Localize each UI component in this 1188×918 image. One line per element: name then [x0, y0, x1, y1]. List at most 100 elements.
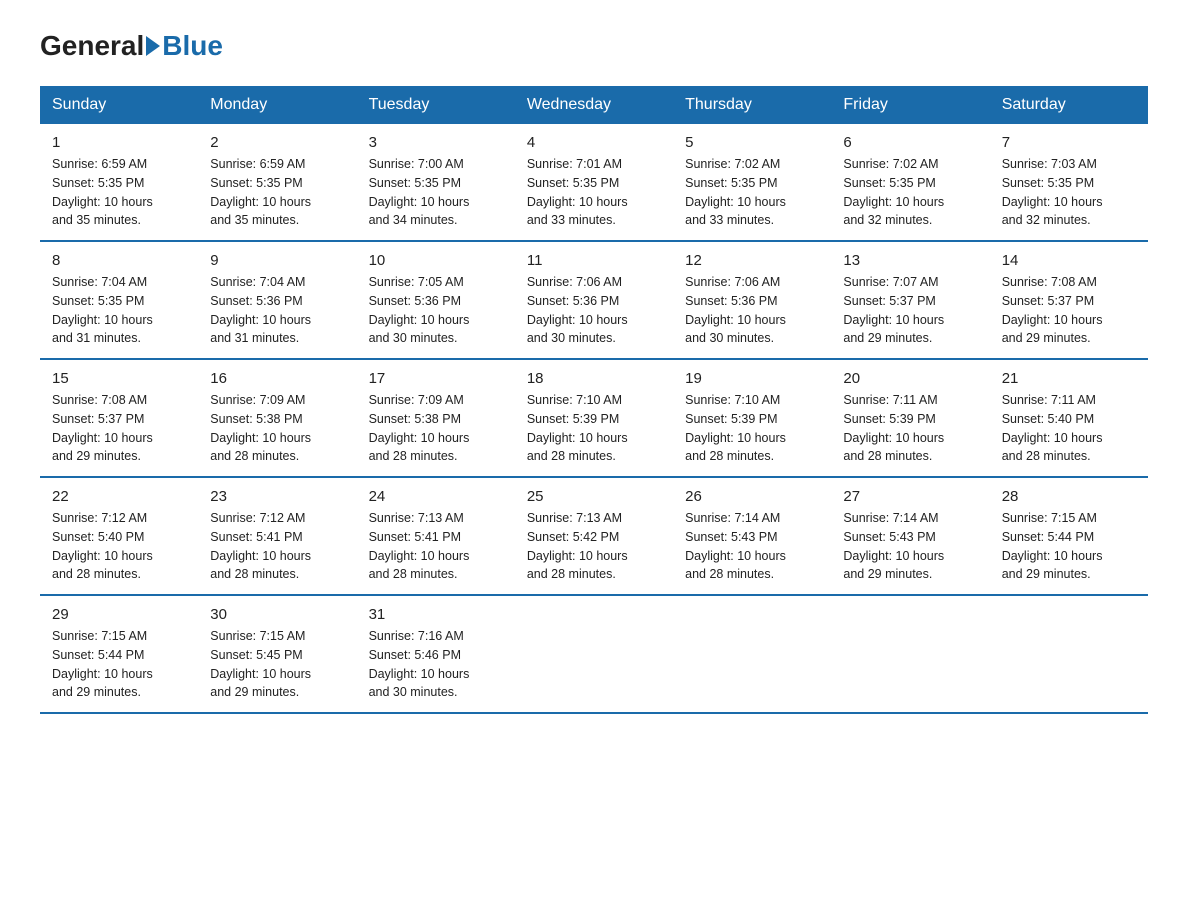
day-info: Sunrise: 7:02 AMSunset: 5:35 PMDaylight:… — [685, 157, 786, 227]
day-number: 5 — [685, 134, 819, 151]
day-info: Sunrise: 7:01 AMSunset: 5:35 PMDaylight:… — [527, 157, 628, 227]
day-info: Sunrise: 7:03 AMSunset: 5:35 PMDaylight:… — [1002, 157, 1103, 227]
day-info: Sunrise: 7:04 AMSunset: 5:36 PMDaylight:… — [210, 275, 311, 345]
day-number: 12 — [685, 252, 819, 269]
day-info: Sunrise: 7:09 AMSunset: 5:38 PMDaylight:… — [369, 393, 470, 463]
day-number: 29 — [52, 606, 186, 623]
calendar-cell: 3 Sunrise: 7:00 AMSunset: 5:35 PMDayligh… — [357, 124, 515, 241]
calendar-cell: 13 Sunrise: 7:07 AMSunset: 5:37 PMDaylig… — [831, 241, 989, 359]
calendar-header-wednesday: Wednesday — [515, 86, 673, 124]
calendar-cell: 22 Sunrise: 7:12 AMSunset: 5:40 PMDaylig… — [40, 477, 198, 595]
day-info: Sunrise: 7:12 AMSunset: 5:41 PMDaylight:… — [210, 511, 311, 581]
logo-arrow-icon — [146, 36, 160, 56]
day-info: Sunrise: 7:15 AMSunset: 5:44 PMDaylight:… — [1002, 511, 1103, 581]
day-info: Sunrise: 7:08 AMSunset: 5:37 PMDaylight:… — [1002, 275, 1103, 345]
calendar-cell: 18 Sunrise: 7:10 AMSunset: 5:39 PMDaylig… — [515, 359, 673, 477]
calendar-header-thursday: Thursday — [673, 86, 831, 124]
day-number: 25 — [527, 488, 661, 505]
calendar-cell: 7 Sunrise: 7:03 AMSunset: 5:35 PMDayligh… — [990, 124, 1148, 241]
day-number: 2 — [210, 134, 344, 151]
calendar-cell — [990, 595, 1148, 713]
day-number: 18 — [527, 370, 661, 387]
calendar-header-row: SundayMondayTuesdayWednesdayThursdayFrid… — [40, 86, 1148, 124]
day-number: 26 — [685, 488, 819, 505]
day-info: Sunrise: 7:13 AMSunset: 5:41 PMDaylight:… — [369, 511, 470, 581]
calendar-cell: 21 Sunrise: 7:11 AMSunset: 5:40 PMDaylig… — [990, 359, 1148, 477]
calendar-cell: 8 Sunrise: 7:04 AMSunset: 5:35 PMDayligh… — [40, 241, 198, 359]
day-info: Sunrise: 7:11 AMSunset: 5:40 PMDaylight:… — [1002, 393, 1103, 463]
calendar-cell: 30 Sunrise: 7:15 AMSunset: 5:45 PMDaylig… — [198, 595, 356, 713]
logo-blue-text: Blue — [162, 30, 223, 62]
day-number: 1 — [52, 134, 186, 151]
day-number: 4 — [527, 134, 661, 151]
day-number: 23 — [210, 488, 344, 505]
calendar-cell: 14 Sunrise: 7:08 AMSunset: 5:37 PMDaylig… — [990, 241, 1148, 359]
day-info: Sunrise: 7:14 AMSunset: 5:43 PMDaylight:… — [843, 511, 944, 581]
calendar-cell: 12 Sunrise: 7:06 AMSunset: 5:36 PMDaylig… — [673, 241, 831, 359]
day-number: 6 — [843, 134, 977, 151]
day-number: 10 — [369, 252, 503, 269]
calendar-cell: 24 Sunrise: 7:13 AMSunset: 5:41 PMDaylig… — [357, 477, 515, 595]
day-info: Sunrise: 7:13 AMSunset: 5:42 PMDaylight:… — [527, 511, 628, 581]
day-number: 9 — [210, 252, 344, 269]
day-number: 24 — [369, 488, 503, 505]
calendar-header-monday: Monday — [198, 86, 356, 124]
day-info: Sunrise: 7:08 AMSunset: 5:37 PMDaylight:… — [52, 393, 153, 463]
logo: General Blue — [40, 30, 223, 62]
calendar-cell: 2 Sunrise: 6:59 AMSunset: 5:35 PMDayligh… — [198, 124, 356, 241]
day-info: Sunrise: 7:09 AMSunset: 5:38 PMDaylight:… — [210, 393, 311, 463]
calendar-cell: 6 Sunrise: 7:02 AMSunset: 5:35 PMDayligh… — [831, 124, 989, 241]
day-number: 22 — [52, 488, 186, 505]
day-number: 11 — [527, 252, 661, 269]
calendar-cell: 28 Sunrise: 7:15 AMSunset: 5:44 PMDaylig… — [990, 477, 1148, 595]
day-number: 27 — [843, 488, 977, 505]
day-info: Sunrise: 7:02 AMSunset: 5:35 PMDaylight:… — [843, 157, 944, 227]
calendar-header-sunday: Sunday — [40, 86, 198, 124]
day-info: Sunrise: 7:15 AMSunset: 5:44 PMDaylight:… — [52, 629, 153, 699]
day-number: 30 — [210, 606, 344, 623]
calendar-cell: 11 Sunrise: 7:06 AMSunset: 5:36 PMDaylig… — [515, 241, 673, 359]
day-number: 14 — [1002, 252, 1136, 269]
logo-general-text: General — [40, 30, 144, 62]
calendar-cell: 10 Sunrise: 7:05 AMSunset: 5:36 PMDaylig… — [357, 241, 515, 359]
calendar-cell: 4 Sunrise: 7:01 AMSunset: 5:35 PMDayligh… — [515, 124, 673, 241]
day-number: 21 — [1002, 370, 1136, 387]
calendar-cell: 27 Sunrise: 7:14 AMSunset: 5:43 PMDaylig… — [831, 477, 989, 595]
calendar-body: 1 Sunrise: 6:59 AMSunset: 5:35 PMDayligh… — [40, 124, 1148, 713]
day-info: Sunrise: 7:05 AMSunset: 5:36 PMDaylight:… — [369, 275, 470, 345]
day-info: Sunrise: 7:12 AMSunset: 5:40 PMDaylight:… — [52, 511, 153, 581]
day-number: 19 — [685, 370, 819, 387]
calendar-header-saturday: Saturday — [990, 86, 1148, 124]
calendar-week-row-4: 22 Sunrise: 7:12 AMSunset: 5:40 PMDaylig… — [40, 477, 1148, 595]
calendar-week-row-2: 8 Sunrise: 7:04 AMSunset: 5:35 PMDayligh… — [40, 241, 1148, 359]
calendar-cell: 17 Sunrise: 7:09 AMSunset: 5:38 PMDaylig… — [357, 359, 515, 477]
day-number: 16 — [210, 370, 344, 387]
calendar-cell: 9 Sunrise: 7:04 AMSunset: 5:36 PMDayligh… — [198, 241, 356, 359]
calendar-cell: 20 Sunrise: 7:11 AMSunset: 5:39 PMDaylig… — [831, 359, 989, 477]
calendar-week-row-5: 29 Sunrise: 7:15 AMSunset: 5:44 PMDaylig… — [40, 595, 1148, 713]
calendar-cell: 23 Sunrise: 7:12 AMSunset: 5:41 PMDaylig… — [198, 477, 356, 595]
day-info: Sunrise: 7:06 AMSunset: 5:36 PMDaylight:… — [685, 275, 786, 345]
calendar-cell: 25 Sunrise: 7:13 AMSunset: 5:42 PMDaylig… — [515, 477, 673, 595]
calendar-table: SundayMondayTuesdayWednesdayThursdayFrid… — [40, 86, 1148, 714]
header: General Blue — [40, 30, 1148, 62]
day-number: 28 — [1002, 488, 1136, 505]
day-info: Sunrise: 7:10 AMSunset: 5:39 PMDaylight:… — [527, 393, 628, 463]
day-number: 8 — [52, 252, 186, 269]
calendar-cell: 1 Sunrise: 6:59 AMSunset: 5:35 PMDayligh… — [40, 124, 198, 241]
calendar-cell: 16 Sunrise: 7:09 AMSunset: 5:38 PMDaylig… — [198, 359, 356, 477]
day-info: Sunrise: 7:00 AMSunset: 5:35 PMDaylight:… — [369, 157, 470, 227]
calendar-cell: 31 Sunrise: 7:16 AMSunset: 5:46 PMDaylig… — [357, 595, 515, 713]
calendar-cell: 19 Sunrise: 7:10 AMSunset: 5:39 PMDaylig… — [673, 359, 831, 477]
calendar-header-tuesday: Tuesday — [357, 86, 515, 124]
day-info: Sunrise: 6:59 AMSunset: 5:35 PMDaylight:… — [210, 157, 311, 227]
calendar-cell: 29 Sunrise: 7:15 AMSunset: 5:44 PMDaylig… — [40, 595, 198, 713]
calendar-cell — [515, 595, 673, 713]
calendar-week-row-3: 15 Sunrise: 7:08 AMSunset: 5:37 PMDaylig… — [40, 359, 1148, 477]
day-info: Sunrise: 7:15 AMSunset: 5:45 PMDaylight:… — [210, 629, 311, 699]
calendar-cell: 15 Sunrise: 7:08 AMSunset: 5:37 PMDaylig… — [40, 359, 198, 477]
calendar-cell — [673, 595, 831, 713]
day-info: Sunrise: 7:10 AMSunset: 5:39 PMDaylight:… — [685, 393, 786, 463]
calendar-cell: 5 Sunrise: 7:02 AMSunset: 5:35 PMDayligh… — [673, 124, 831, 241]
calendar-header-friday: Friday — [831, 86, 989, 124]
